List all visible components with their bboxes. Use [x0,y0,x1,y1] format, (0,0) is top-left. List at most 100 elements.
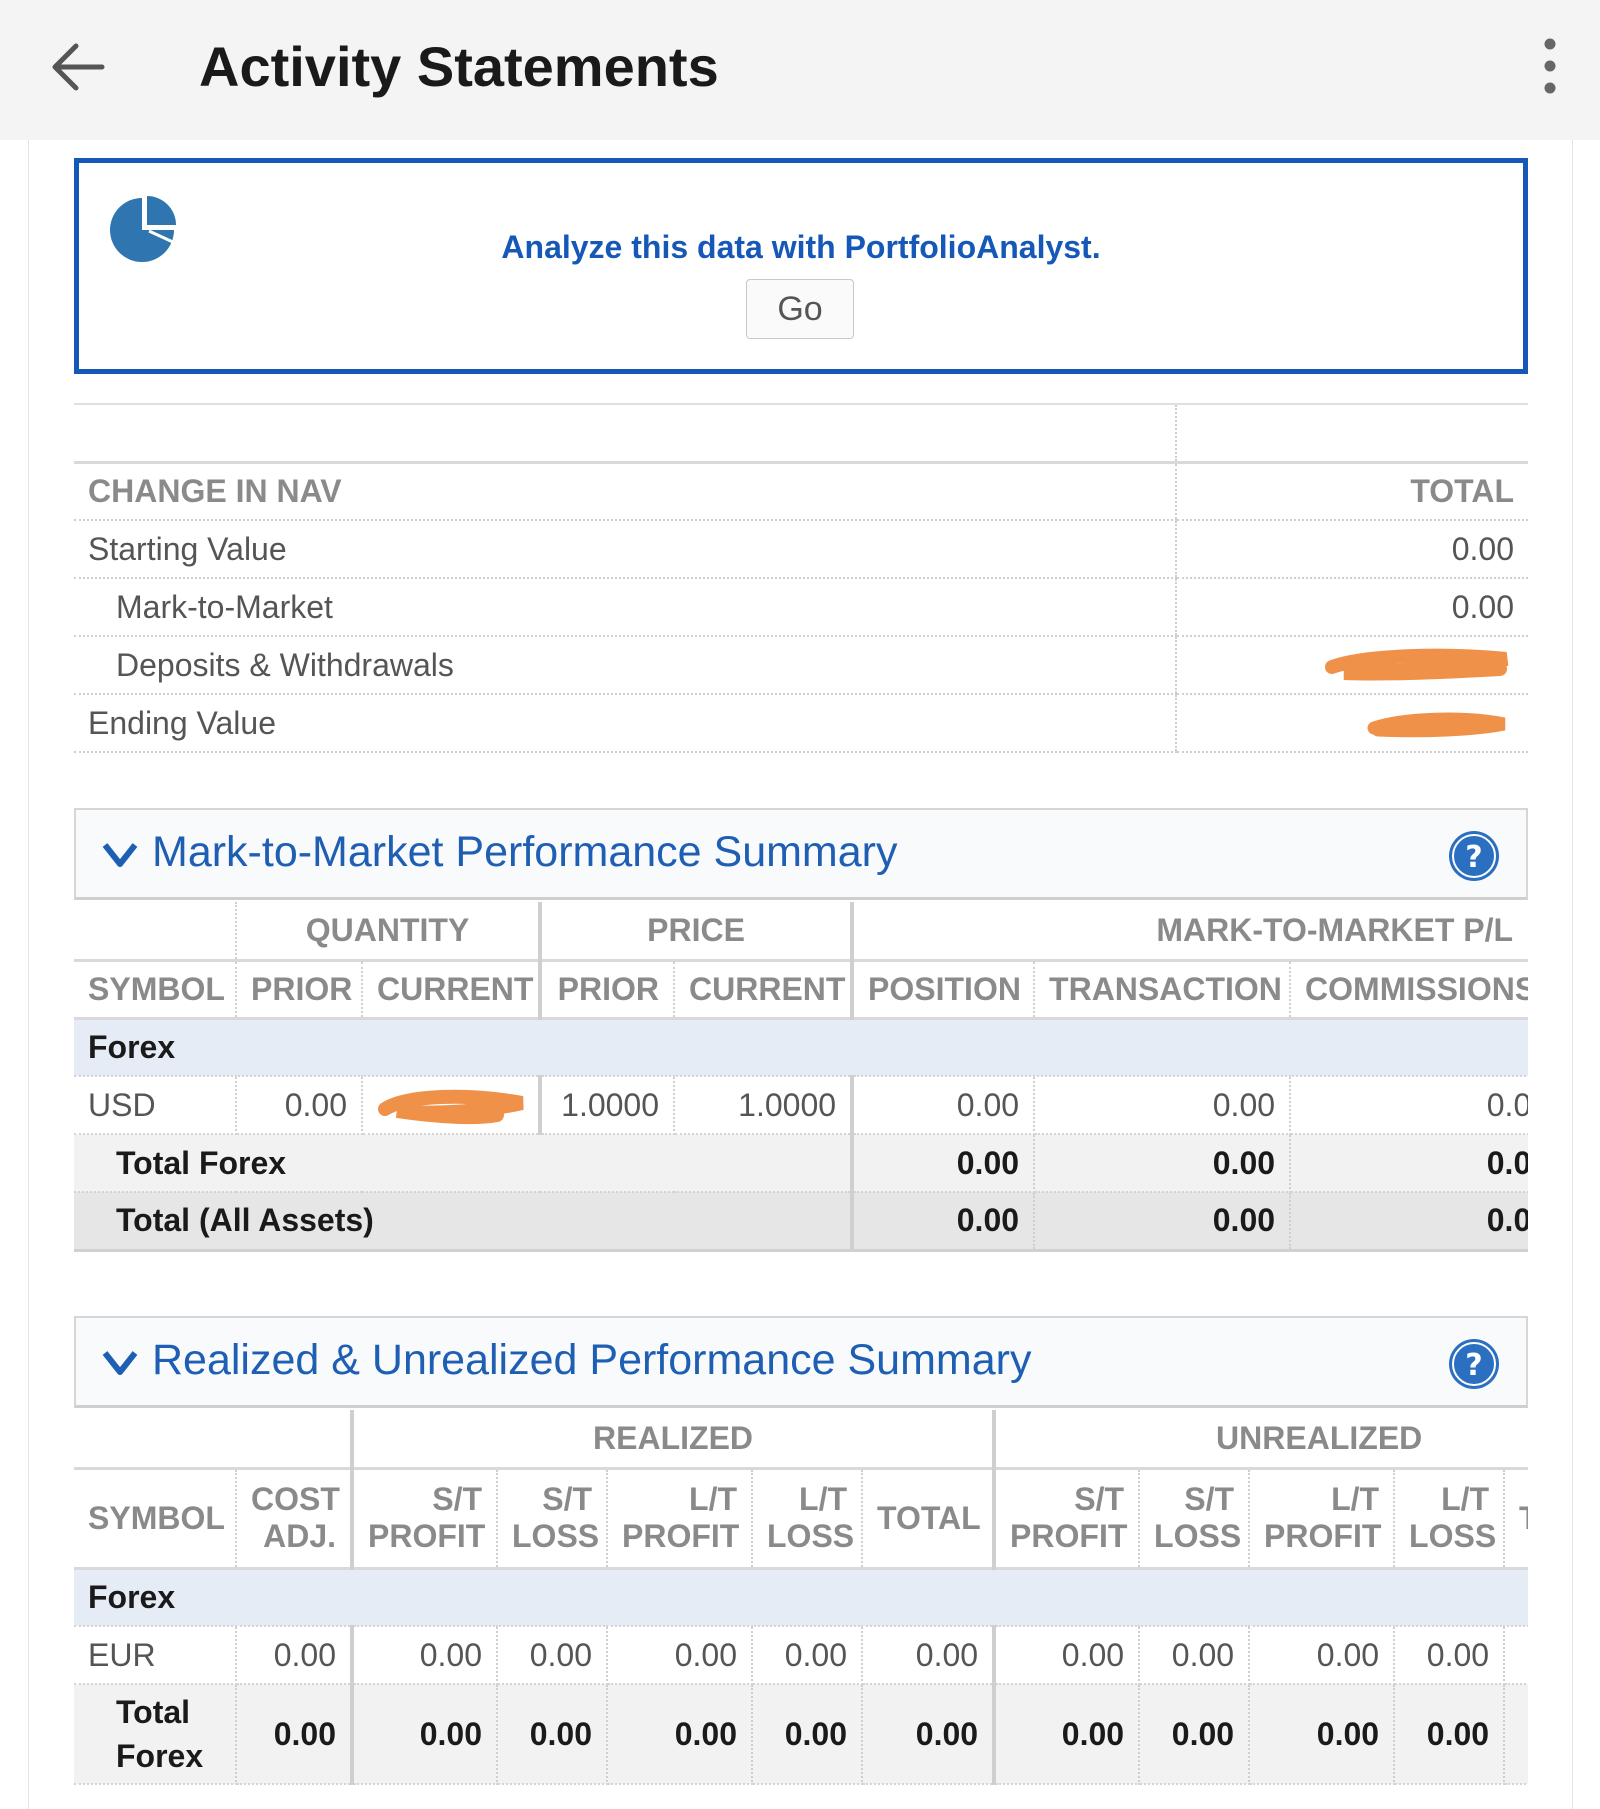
total-position: 0.00 [852,1134,1036,1193]
help-icon[interactable]: ? [1448,830,1500,882]
table-row: Ending Value [74,694,1528,753]
chevron-down-icon[interactable] [102,1348,138,1378]
total-commissions: 0.00 [1290,1134,1528,1193]
nav-value-redacted [1175,694,1528,753]
value-cell: 0.00 [497,1626,608,1685]
total-value: 0.00 [862,1684,997,1785]
page-border-right [1572,140,1573,1809]
col-cost-adj: COST ADJ. [236,1468,354,1570]
total-value: 0.00 [994,1684,1141,1785]
total-all-position: 0.00 [852,1192,1036,1252]
value-cell: 0.00 [236,1626,354,1685]
nav-label: Deposits & Withdrawals [74,636,1176,695]
nav-label: Mark-to-Market [74,578,1176,637]
total-row: Total Forex 0.00 0.00 0.00 [74,1134,1528,1193]
total-all-label: Total (All Assets) [74,1192,855,1252]
page-title: Activity Statements [199,35,719,98]
total-all-row: Total (All Assets) 0.00 0.00 0.00 [74,1192,1528,1252]
total-value: 0.00 [607,1684,753,1785]
col-transaction: TRANSACTION [1034,960,1292,1020]
change-in-nav-table: CHANGE IN NAV TOTAL Starting Value 0.00 … [74,403,1528,753]
category-row: Forex [74,1568,1528,1627]
portfolio-analyst-link[interactable]: Analyze this data with PortfolioAnalyst. [79,229,1523,266]
mtm-section-header[interactable]: Mark-to-Market Performance Summary ? [74,808,1528,900]
col-u-lt-loss: L/T LOSS [1394,1468,1506,1570]
value-cell: 0.00 [1394,1626,1506,1685]
value-cell: 0.00 [994,1626,1141,1685]
redaction-scribble [1367,712,1506,738]
col-qty-prior: PRIOR [236,960,363,1020]
nav-label: Ending Value [74,694,1176,753]
chevron-down-icon[interactable] [102,840,138,870]
mtm-table: QUANTITY PRICE MARK-TO-MARKET P/L SYMBOL… [74,902,1528,1252]
value-cell: 0.00 [352,1626,498,1685]
total-value: 0.00 [352,1684,498,1785]
group-price: PRICE [540,902,855,962]
svg-text:?: ? [1465,1348,1482,1383]
col-position: POSITION [852,960,1036,1020]
group-realized: REALIZED [352,1410,997,1470]
table-row: Mark-to-Market 0.00 [74,578,1528,637]
value-cell: 0.00 [1139,1626,1251,1685]
group-mtm-pl: MARK-TO-MARKET P/L [852,902,1528,962]
qty-prior-cell: 0.00 [236,1076,363,1135]
value-cell: 0.00 [862,1626,997,1685]
col-st-profit: S/T PROFIT [352,1468,498,1570]
nav-value-redacted [1175,636,1528,695]
col-total-cut: T [1504,1468,1528,1570]
mtm-table-wrap[interactable]: QUANTITY PRICE MARK-TO-MARKET P/L SYMBOL… [74,902,1528,1252]
svg-text:?: ? [1465,840,1482,875]
table-row: EUR 0.00 0.00 0.00 0.00 0.00 0.00 0.00 0… [74,1626,1528,1685]
nav-value: 0.00 [1175,578,1528,637]
col-u-lt-profit: L/T PROFIT [1249,1468,1396,1570]
price-prior-cell: 1.0000 [540,1076,676,1135]
value-cell: 0.00 [607,1626,753,1685]
col-u-st-loss: S/T LOSS [1139,1468,1251,1570]
col-symbol: SYMBOL [74,960,237,1020]
nav-header-label: CHANGE IN NAV [74,462,1176,521]
go-button[interactable]: Go [746,279,854,339]
app-bar: Activity Statements [0,0,1600,140]
section-title: Realized & Unrealized Performance Summar… [152,1336,1032,1384]
total-row: Total Forex 0.00 0.00 0.00 0.00 0.00 0.00… [74,1684,1528,1785]
ru-section-header[interactable]: Realized & Unrealized Performance Summar… [74,1316,1528,1408]
section-title: Mark-to-Market Performance Summary [152,828,898,876]
total-label: Total Forex [74,1684,237,1785]
group-quantity: QUANTITY [236,902,543,962]
value-cell: 0.00 [752,1626,863,1685]
table-row: Deposits & Withdrawals [74,636,1528,695]
symbol-cell: EUR [74,1626,237,1685]
col-lt-profit: L/T PROFIT [607,1468,753,1570]
total-value: 0.00 [497,1684,608,1785]
portfolio-analyst-banner: Analyze this data with PortfolioAnalyst.… [74,158,1528,374]
page-border-left [28,140,29,1809]
nav-value: 0.00 [1175,520,1528,579]
qty-current-redacted [362,1076,543,1135]
redaction-scribble [378,1090,524,1125]
col-qty-current: CURRENT [362,960,543,1020]
total-transaction: 0.00 [1034,1134,1292,1193]
col-commissions: COMMISSIONS [1290,960,1528,1020]
arrow-left-icon[interactable] [44,32,114,102]
table-row: Starting Value 0.00 [74,520,1528,579]
ru-table: REALIZED UNREALIZED SYMBOL COST ADJ. S/T P… [74,1410,1528,1785]
col-lt-loss: L/T LOSS [752,1468,863,1570]
col-u-st-profit: S/T PROFIT [994,1468,1141,1570]
table-row: USD 0.00 1.0000 1.0000 0.00 0.00 0.00 [74,1076,1528,1135]
more-vert-icon[interactable] [1530,36,1570,96]
price-current-cell: 1.0000 [674,1076,855,1135]
category-row: Forex [74,1018,1528,1077]
group-unrealized: UNREALIZED [994,1410,1528,1470]
total-all-commissions: 0.00 [1290,1192,1528,1252]
help-icon[interactable]: ? [1448,1338,1500,1390]
symbol-cell: USD [74,1076,237,1135]
nav-header-total: TOTAL [1175,462,1528,521]
col-st-loss: S/T LOSS [497,1468,608,1570]
col-symbol: SYMBOL [74,1468,237,1570]
total-all-transaction: 0.00 [1034,1192,1292,1252]
commissions-cell: 0.00 [1290,1076,1528,1135]
value-cell: 0.00 [1249,1626,1396,1685]
total-value: 0.00 [236,1684,354,1785]
ru-table-wrap[interactable]: REALIZED UNREALIZED SYMBOL COST ADJ. S/T P… [74,1410,1528,1800]
redaction-scribble [1325,648,1509,681]
